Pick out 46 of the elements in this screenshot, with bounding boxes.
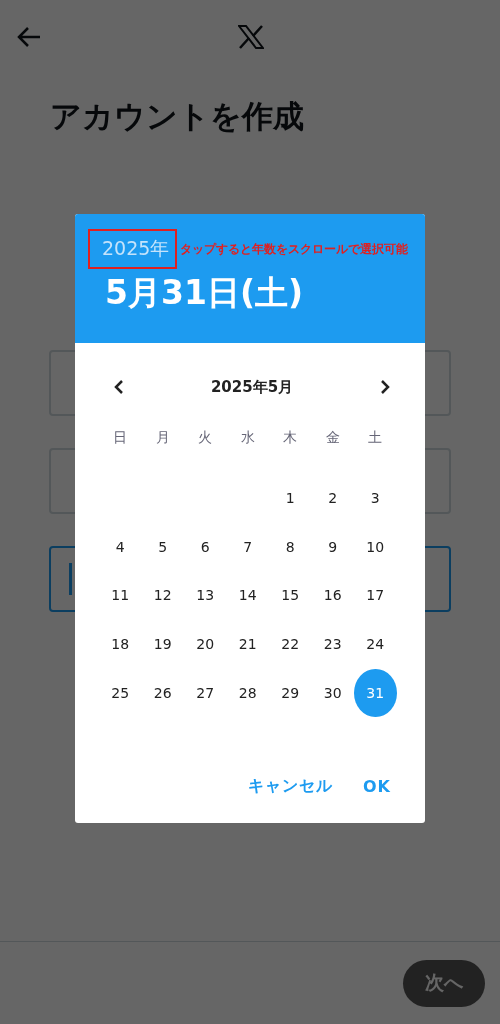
calendar-day[interactable]: 24 (354, 620, 397, 669)
weekday-label: 木 (282, 428, 299, 447)
calendar-day[interactable]: 6 (184, 522, 227, 571)
calendar-day[interactable]: 10 (354, 522, 397, 571)
calendar-day[interactable]: 28 (226, 668, 269, 717)
calendar-day[interactable]: 7 (226, 522, 269, 571)
calendar-day[interactable]: 2 (311, 474, 354, 523)
calendar-day[interactable]: 5 (141, 522, 184, 571)
weekday-label: 日 (112, 428, 129, 447)
next-month-icon[interactable] (379, 379, 391, 395)
x-logo-icon (238, 25, 264, 49)
selected-date: 5月31日(土) (105, 272, 305, 314)
calendar-day[interactable]: 30 (311, 668, 354, 717)
calendar-day[interactable]: 23 (311, 620, 354, 669)
weekday-label: 土 (367, 428, 384, 447)
weekday-label: 水 (239, 428, 256, 447)
calendar-day[interactable]: 27 (184, 668, 227, 717)
previous-month-icon[interactable] (113, 379, 125, 395)
annotation-text: タップすると年数をスクロールで選択可能 (180, 240, 409, 258)
calendar-day[interactable]: 3 (354, 474, 397, 523)
calendar-day[interactable]: 25 (99, 668, 142, 717)
calendar-day[interactable]: 17 (354, 571, 397, 620)
calendar-day[interactable]: 12 (141, 571, 184, 620)
calendar-day[interactable]: 26 (141, 668, 184, 717)
calendar-day[interactable]: 18 (99, 620, 142, 669)
calendar-day[interactable]: 8 (269, 522, 312, 571)
calendar-day[interactable]: 16 (311, 571, 354, 620)
calendar-day[interactable]: 9 (311, 522, 354, 571)
month-label: 2025年5月 (210, 377, 294, 397)
weekday-label: 火 (197, 428, 214, 447)
calendar-day[interactable]: 14 (226, 571, 269, 620)
calendar-day[interactable]: 15 (269, 571, 312, 620)
back-arrow-icon[interactable] (16, 26, 42, 48)
calendar-day[interactable]: 20 (184, 620, 227, 669)
calendar-day[interactable]: 1 (269, 474, 312, 523)
weekday-label: 月 (154, 428, 171, 447)
calendar-day[interactable]: 13 (184, 571, 227, 620)
page-title: アカウントを作成 (50, 97, 305, 136)
calendar-day[interactable]: 21 (226, 620, 269, 669)
text-cursor (69, 563, 72, 595)
weekday-label: 金 (324, 428, 341, 447)
calendar-day[interactable]: 19 (141, 620, 184, 669)
calendar-day[interactable]: 29 (269, 668, 312, 717)
calendar-day[interactable]: 11 (99, 571, 142, 620)
calendar-day[interactable]: 4 (99, 522, 142, 571)
calendar-day[interactable]: 22 (269, 620, 312, 669)
